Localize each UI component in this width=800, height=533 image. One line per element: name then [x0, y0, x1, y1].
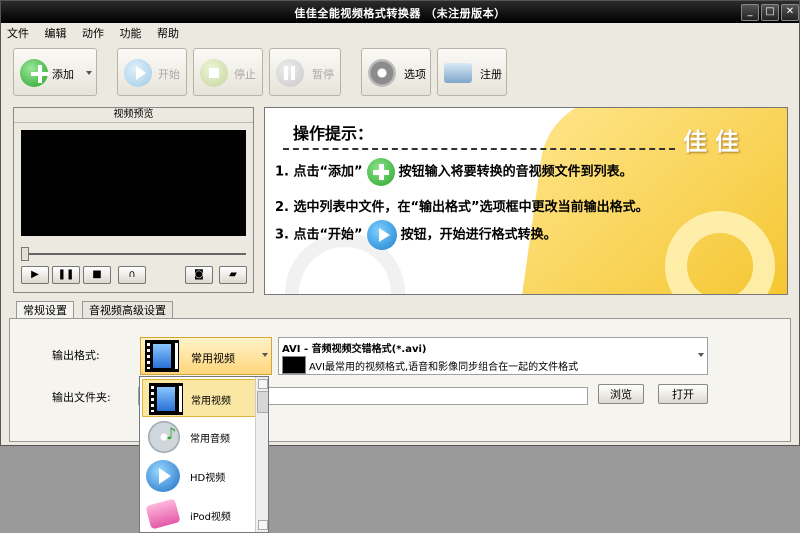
video-preview-panel: 视频预览 ▶ ❚❚ ■ ∩ ◙ ▰ — [13, 107, 254, 293]
video-screen — [21, 130, 246, 236]
output-folder-label: 输出文件夹: — [52, 391, 111, 404]
pause-button-preview[interactable]: ❚❚ — [52, 266, 80, 284]
title-bar: 佳佳全能视频格式转换器 （未注册版本） _ □ ✕ — [1, 1, 799, 23]
category-dropdown-list: 常用视频 ♪ 常用音频 HD视频 iPod视频 — [139, 376, 269, 533]
pause-icon — [276, 59, 304, 87]
dropdown-scrollbar[interactable] — [255, 377, 268, 532]
settings-area: 常规设置 音视频高级设置 输出格式: 常用视频 AVI - 音频视频交错格式(*… — [9, 301, 791, 443]
option-label: 常用视频 — [191, 396, 231, 407]
film-icon — [282, 356, 306, 374]
options-button[interactable]: 选项 — [361, 48, 431, 96]
chevron-down-icon — [698, 353, 704, 357]
tip-line-1: 1. 点击“添加” 按钮输入将要转换的音视频文件到列表。 — [275, 158, 633, 186]
dropdown-option-hd-video[interactable]: HD视频 — [142, 457, 256, 495]
menu-action[interactable]: 动作 — [76, 23, 110, 43]
tip-line-3-prefix: 3. 点击“开始” — [275, 227, 363, 243]
format-select[interactable]: AVI - 音频视频交错格式(*.avi) AVI最常用的视频格式,语音和影像同… — [278, 337, 708, 375]
options-label: 选项 — [404, 68, 426, 81]
option-label: 常用音频 — [190, 434, 230, 445]
pause-icon: ❚❚ — [57, 269, 75, 280]
chevron-down-icon — [262, 353, 268, 357]
camera-icon: ◙ — [194, 269, 204, 280]
scroll-thumb[interactable] — [257, 391, 268, 413]
tip-line-1-suffix: 按钮输入将要转换的音视频文件到列表。 — [398, 164, 633, 180]
seek-thumb[interactable] — [21, 247, 29, 261]
menu-file[interactable]: 文件 — [1, 23, 35, 43]
chevron-down-icon[interactable] — [86, 71, 92, 75]
stop-label: 停止 — [234, 68, 256, 81]
folder-icon: ▰ — [229, 269, 237, 280]
tip-line-3-suffix: 按钮，开始进行格式转换。 — [400, 227, 557, 243]
category-select[interactable]: 常用视频 — [140, 337, 272, 375]
option-label: iPod视频 — [190, 512, 231, 523]
snapshot-button[interactable]: ◙ — [185, 266, 213, 284]
register-label: 注册 — [480, 68, 502, 81]
tips-panel: 佳佳 操作提示： 1. 点击“添加” 按钮输入将要转换的音视频文件到列表。 2. … — [264, 107, 788, 295]
tip-line-3: 3. 点击“开始” 按钮，开始进行格式转换。 — [275, 220, 557, 250]
scroll-down-button[interactable] — [258, 520, 268, 530]
basket-icon — [444, 63, 472, 83]
menu-function[interactable]: 功能 — [114, 23, 148, 43]
maximize-button[interactable]: □ — [761, 4, 779, 21]
add-icon — [366, 158, 395, 186]
close-button[interactable]: ✕ — [781, 4, 799, 21]
category-selected-label: 常用视频 — [191, 352, 235, 365]
gear-icon — [368, 59, 396, 87]
dropdown-option-common-video[interactable]: 常用视频 — [142, 379, 256, 417]
pause-label: 暂停 — [312, 68, 334, 81]
format-description: AVI最常用的视频格式,语音和影像同步组合在一起的文件格式 — [309, 362, 579, 373]
add-label: 添加 — [52, 68, 74, 81]
minimize-button[interactable]: _ — [741, 4, 759, 21]
register-button[interactable]: 注册 — [437, 48, 507, 96]
stop-icon: ■ — [92, 269, 102, 280]
repeat-button[interactable]: ∩ — [118, 266, 146, 284]
tips-divider — [283, 148, 675, 150]
seek-track[interactable] — [21, 253, 246, 255]
preview-title: 视频预览 — [14, 108, 253, 123]
tips-heading: 操作提示： — [293, 124, 374, 143]
option-label: HD视频 — [190, 473, 226, 484]
tip-line-1-prefix: 1. 点击“添加” — [275, 164, 363, 180]
open-folder-button[interactable]: ▰ — [219, 266, 247, 284]
pause-button[interactable]: 暂停 — [269, 48, 341, 96]
open-button[interactable]: 打开 — [658, 384, 708, 404]
play-button[interactable]: ▶ — [21, 266, 49, 284]
menu-help[interactable]: 帮助 — [151, 23, 185, 43]
music-note-icon: ♪ — [166, 424, 177, 443]
ipod-icon — [145, 498, 181, 530]
browse-button[interactable]: 浏览 — [598, 384, 644, 404]
format-title: AVI - 音频视频交错格式(*.avi) — [282, 344, 427, 355]
dropdown-option-ipod-video[interactable]: iPod视频 — [142, 496, 256, 532]
stop-button[interactable]: 停止 — [193, 48, 263, 96]
start-button[interactable]: 开始 — [117, 48, 187, 96]
headphones-icon: ∩ — [128, 269, 136, 280]
settings-panel: 输出格式: 常用视频 AVI - 音频视频交错格式(*.avi) AVI最常用的… — [9, 318, 791, 442]
tip-line-2: 2. 选中列表中文件，在“输出格式”选项框中更改当前输出格式。 — [275, 200, 649, 215]
toolbar: 添加 开始 停止 暂停 选项 注册 — [1, 43, 799, 103]
film-icon — [145, 340, 179, 372]
film-icon — [149, 383, 183, 415]
start-label: 开始 — [158, 68, 180, 81]
menu-edit[interactable]: 编辑 — [39, 23, 73, 43]
output-format-label: 输出格式: — [52, 349, 100, 362]
scroll-up-button[interactable] — [258, 379, 268, 389]
window-title: 佳佳全能视频格式转换器 （未注册版本） — [294, 7, 506, 20]
play-icon: ▶ — [31, 269, 39, 280]
menu-bar: 文件 编辑 动作 功能 帮助 — [1, 23, 799, 41]
brand-logo: 佳佳 — [683, 127, 747, 156]
main-window: 佳佳全能视频格式转换器 （未注册版本） _ □ ✕ 文件 编辑 动作 功能 帮助… — [0, 0, 800, 446]
stop-button-preview[interactable]: ■ — [83, 266, 111, 284]
play-icon — [366, 220, 397, 250]
tab-advanced-settings[interactable]: 音视频高级设置 — [82, 301, 173, 319]
add-button[interactable]: 添加 — [13, 48, 97, 96]
dropdown-option-common-audio[interactable]: ♪ 常用音频 — [142, 418, 256, 456]
